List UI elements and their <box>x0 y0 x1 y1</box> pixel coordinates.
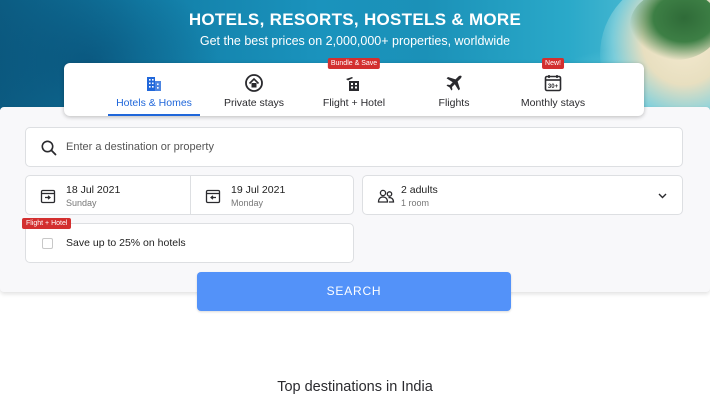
guests-main-text: 2 adults <box>401 184 438 196</box>
active-tab-indicator <box>108 114 200 116</box>
bundle-offer-field[interactable]: Flight + Hotel Save up to 25% on hotels <box>22 218 354 263</box>
section-title: Top destinations in India <box>277 379 433 395</box>
guests-field[interactable]: 2 adults 1 room <box>362 175 683 215</box>
calendar-checkin-icon <box>40 189 56 204</box>
product-tabs: Hotels & Homes Private stays Bundle & Sa… <box>64 58 644 116</box>
flight-hotel-ribbon: Flight + Hotel <box>22 218 72 229</box>
airplane-icon <box>446 75 462 91</box>
tab-flight-hotel[interactable]: Bundle & Save Flight + Hotel <box>312 58 396 116</box>
tab-monthly-stays[interactable]: New! 30+ Monthly stays <box>510 58 596 116</box>
search-button[interactable]: SEARCH <box>197 272 511 311</box>
tab-label: Flight + Hotel <box>322 97 386 109</box>
checkout-date-text: 19 Jul 2021 <box>231 184 286 196</box>
calendar-30-icon: 30+ <box>544 75 562 92</box>
search-icon <box>41 140 57 156</box>
building-icon <box>147 77 161 91</box>
house-icon <box>245 74 263 92</box>
calendar-icon-text: 30+ <box>548 84 559 90</box>
destination-field[interactable] <box>25 127 683 167</box>
bundle-checkbox[interactable] <box>42 238 53 249</box>
checkin-day-text: Sunday <box>66 198 97 208</box>
search-panel: 18 Jul 2021 Sunday 19 Jul 2021 Monday <box>0 107 710 311</box>
guests-sub-text: 1 room <box>401 198 430 208</box>
page: HOTELS, RESORTS, HOSTELS & MORE Get the … <box>0 0 710 400</box>
checkout-day-text: Monday <box>231 198 264 208</box>
tab-flights[interactable]: Flights <box>424 63 484 116</box>
calendar-checkout-icon <box>205 189 221 204</box>
new-badge: New! <box>542 58 564 69</box>
checkout-date[interactable]: 19 Jul 2021 Monday <box>191 176 355 214</box>
chevron-down-icon <box>658 193 667 199</box>
flight-hotel-icon <box>346 77 359 91</box>
tab-label: Monthly stays <box>520 97 586 109</box>
bundle-checkbox-label: Save up to 25% on hotels <box>66 237 186 249</box>
tab-label: Flights <box>438 97 470 109</box>
destination-input[interactable] <box>66 128 666 166</box>
hero-title: HOTELS, RESORTS, HOSTELS & MORE <box>188 10 522 29</box>
checkin-date[interactable]: 18 Jul 2021 Sunday <box>26 176 190 214</box>
hero-subtitle: Get the best prices on 2,000,000+ proper… <box>199 34 511 48</box>
tab-private-stays[interactable]: Private stays <box>210 63 298 116</box>
checkin-date-text: 18 Jul 2021 <box>66 184 121 196</box>
date-range-field: 18 Jul 2021 Sunday 19 Jul 2021 Monday <box>25 175 354 215</box>
bundle-save-badge: Bundle & Save <box>327 58 381 69</box>
tab-label: Hotels & Homes <box>116 97 192 109</box>
tab-label: Private stays <box>223 97 285 109</box>
tab-hotels-homes[interactable]: Hotels & Homes <box>102 63 206 116</box>
people-icon <box>377 189 395 203</box>
